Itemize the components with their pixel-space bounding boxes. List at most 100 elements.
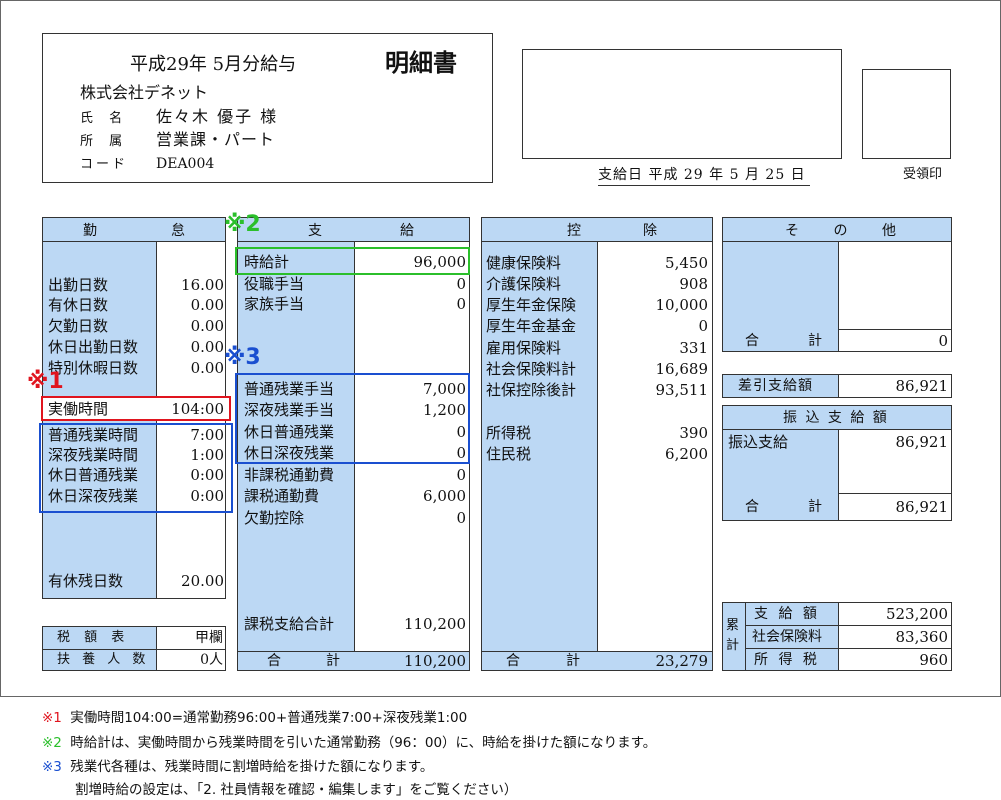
attendance-value: 0:00 [190, 487, 224, 505]
deduction-total-label-2: 計 [566, 653, 580, 669]
attendance-value: 0.00 [190, 359, 224, 377]
other-header-3: 他 [882, 222, 896, 239]
deduction-label: 介護保険料 [486, 275, 562, 293]
attendance-value: 104:00 [171, 400, 224, 418]
payment-label: 休日深夜残業 [244, 444, 335, 462]
dependents-label-cell: 扶 養 人 数 [42, 649, 157, 671]
cumulative-divider-2 [745, 648, 952, 649]
attendance-label: 普通残業時間 [48, 426, 139, 444]
cumulative-label: 累計 [726, 618, 740, 653]
marker-1: ※1 [27, 369, 64, 394]
taxable-total-label: 課税支給合計 [244, 615, 335, 633]
payment-total-label-2: 計 [326, 653, 340, 669]
deduction-value: 10,000 [655, 296, 709, 314]
stamp-box-receipt [862, 69, 951, 159]
attendance-value: 1:00 [190, 446, 224, 464]
pay-period: 平成29年 5月分給与 [130, 54, 297, 75]
deduction-value: 331 [679, 339, 708, 357]
footnote-mark: ※3 [42, 759, 62, 775]
transfer-header-label: 振 込 支 給 額 [783, 410, 889, 426]
transfer-header: 振 込 支 給 額 [722, 405, 952, 430]
payment-value: 6,000 [423, 487, 466, 505]
transfer-total-value: 86,921 [895, 498, 949, 516]
transfer-label: 振込支給 [728, 433, 789, 451]
employee-name-label: 氏 名 [80, 111, 129, 126]
payment-header-1: 支 [308, 222, 322, 239]
department-label: 所 属 [80, 134, 129, 149]
deduction-header: 控除 [481, 217, 713, 242]
payment-value: 96,000 [413, 253, 467, 271]
attendance-label: 欠勤日数 [48, 317, 109, 335]
cumulative-divider-1 [745, 625, 952, 626]
deduction-label: 健康保険料 [486, 254, 562, 272]
attendance-value: 0.00 [190, 338, 224, 356]
department: 営業課・パート [156, 130, 276, 149]
cumulative-row-value: 523,200 [885, 605, 948, 623]
deduction-label: 社保控除後計 [486, 381, 577, 399]
attendance-label: 休日普通残業 [48, 466, 139, 484]
footnote-text: 割増時給の設定は、「2. 社員情報を確認・編集します」をご覧ください） [75, 782, 518, 798]
payment-label: 家族手当 [244, 295, 305, 313]
footnote-2: ※2 時給計は、実働時間から残業時間を引いた通常勤務（96：00）に、時給を掛け… [42, 731, 656, 751]
footnote-4: 割増時給の設定は、「2. 社員情報を確認・編集します」をご覧ください） [75, 778, 517, 798]
receipt-stamp-label: 受領印 [903, 167, 943, 182]
dependents-label: 扶 養 人 数 [57, 652, 150, 667]
deduction-value: 5,450 [665, 254, 708, 272]
payment-value: 0 [456, 444, 466, 462]
payment-value: 0 [456, 295, 466, 313]
stamp-box-large [522, 49, 842, 159]
cumulative-row-label: 社会保険料 [752, 629, 822, 645]
attendance-value: 0.00 [190, 296, 224, 314]
attendance-value: 20.00 [181, 572, 224, 590]
tax-table-label: 税 額 表 [57, 630, 130, 645]
other-total-value: 0 [938, 332, 948, 350]
attendance-label: 出勤日数 [48, 276, 109, 294]
taxable-total-value: 110,200 [403, 615, 466, 633]
payment-value: 0 [456, 466, 466, 484]
net-pay-value: 86,921 [895, 377, 949, 395]
pay-date: 支給日 平成 29 年 5 月 25 日 [598, 165, 810, 186]
other-total-label-1: 合 [745, 333, 759, 349]
payment-value: 1,200 [423, 401, 466, 419]
other-header-2: の [833, 222, 848, 239]
deduction-label: 社会保険料計 [486, 360, 577, 378]
net-pay-label: 差引支給額 [738, 378, 813, 394]
transfer-total-label-1: 合 [745, 499, 759, 515]
payment-label: 欠勤控除 [244, 509, 305, 527]
other-value-col [838, 241, 952, 330]
cumulative-row-label: 所 得 税 [754, 652, 820, 668]
payment-label: 時給計 [244, 253, 290, 271]
payment-value: 0 [456, 423, 466, 441]
other-header-1: そ [785, 222, 799, 239]
payment-value: 7,000 [423, 380, 466, 398]
transfer-value: 86,921 [895, 433, 949, 451]
tax-table-value-cell: 甲欄 [156, 626, 226, 650]
dependents-value-cell: 0人 [156, 649, 226, 671]
payment-header: 支給 [237, 217, 470, 242]
deduction-value: 908 [679, 275, 708, 293]
deduction-total-value: 23,279 [655, 652, 709, 670]
attendance-header-1: 勤 [83, 222, 97, 239]
other-header: その他 [722, 217, 952, 242]
footnote-mark: ※2 [42, 735, 62, 751]
tax-table-label-cell: 税 額 表 [42, 626, 157, 650]
cumulative-side-cell: 累計 [722, 602, 746, 671]
deduction-value: 93,511 [655, 381, 709, 399]
attendance-label: 深夜残業時間 [48, 446, 139, 464]
attendance-value: 0.00 [190, 317, 224, 335]
other-total-label-2: 計 [808, 333, 822, 349]
document-title: 明細書 [385, 48, 457, 77]
deduction-header-1: 控 [567, 222, 581, 239]
footnote-mark: ※1 [42, 710, 62, 726]
deduction-label: 所得税 [486, 424, 532, 442]
attendance-label: 休日出勤日数 [48, 338, 139, 356]
footnote-text: 実働時間104:00=通常勤務96:00+普通残業7:00+深夜残業1:00 [70, 710, 468, 726]
deduction-label: 厚生年金保険 [486, 296, 577, 314]
footnote-text: 残業代各種は、残業時間に割増時給を掛けた額になります。 [70, 759, 434, 775]
footnote-3: ※3 残業代各種は、残業時間に割増時給を掛けた額になります。 [42, 755, 433, 775]
deduction-header-2: 除 [643, 222, 657, 239]
deduction-value: 6,200 [665, 445, 708, 463]
attendance-label: 有休残日数 [48, 572, 124, 590]
cumulative-row-value: 960 [919, 651, 948, 669]
cumulative-row-label: 支 給 額 [754, 606, 820, 622]
